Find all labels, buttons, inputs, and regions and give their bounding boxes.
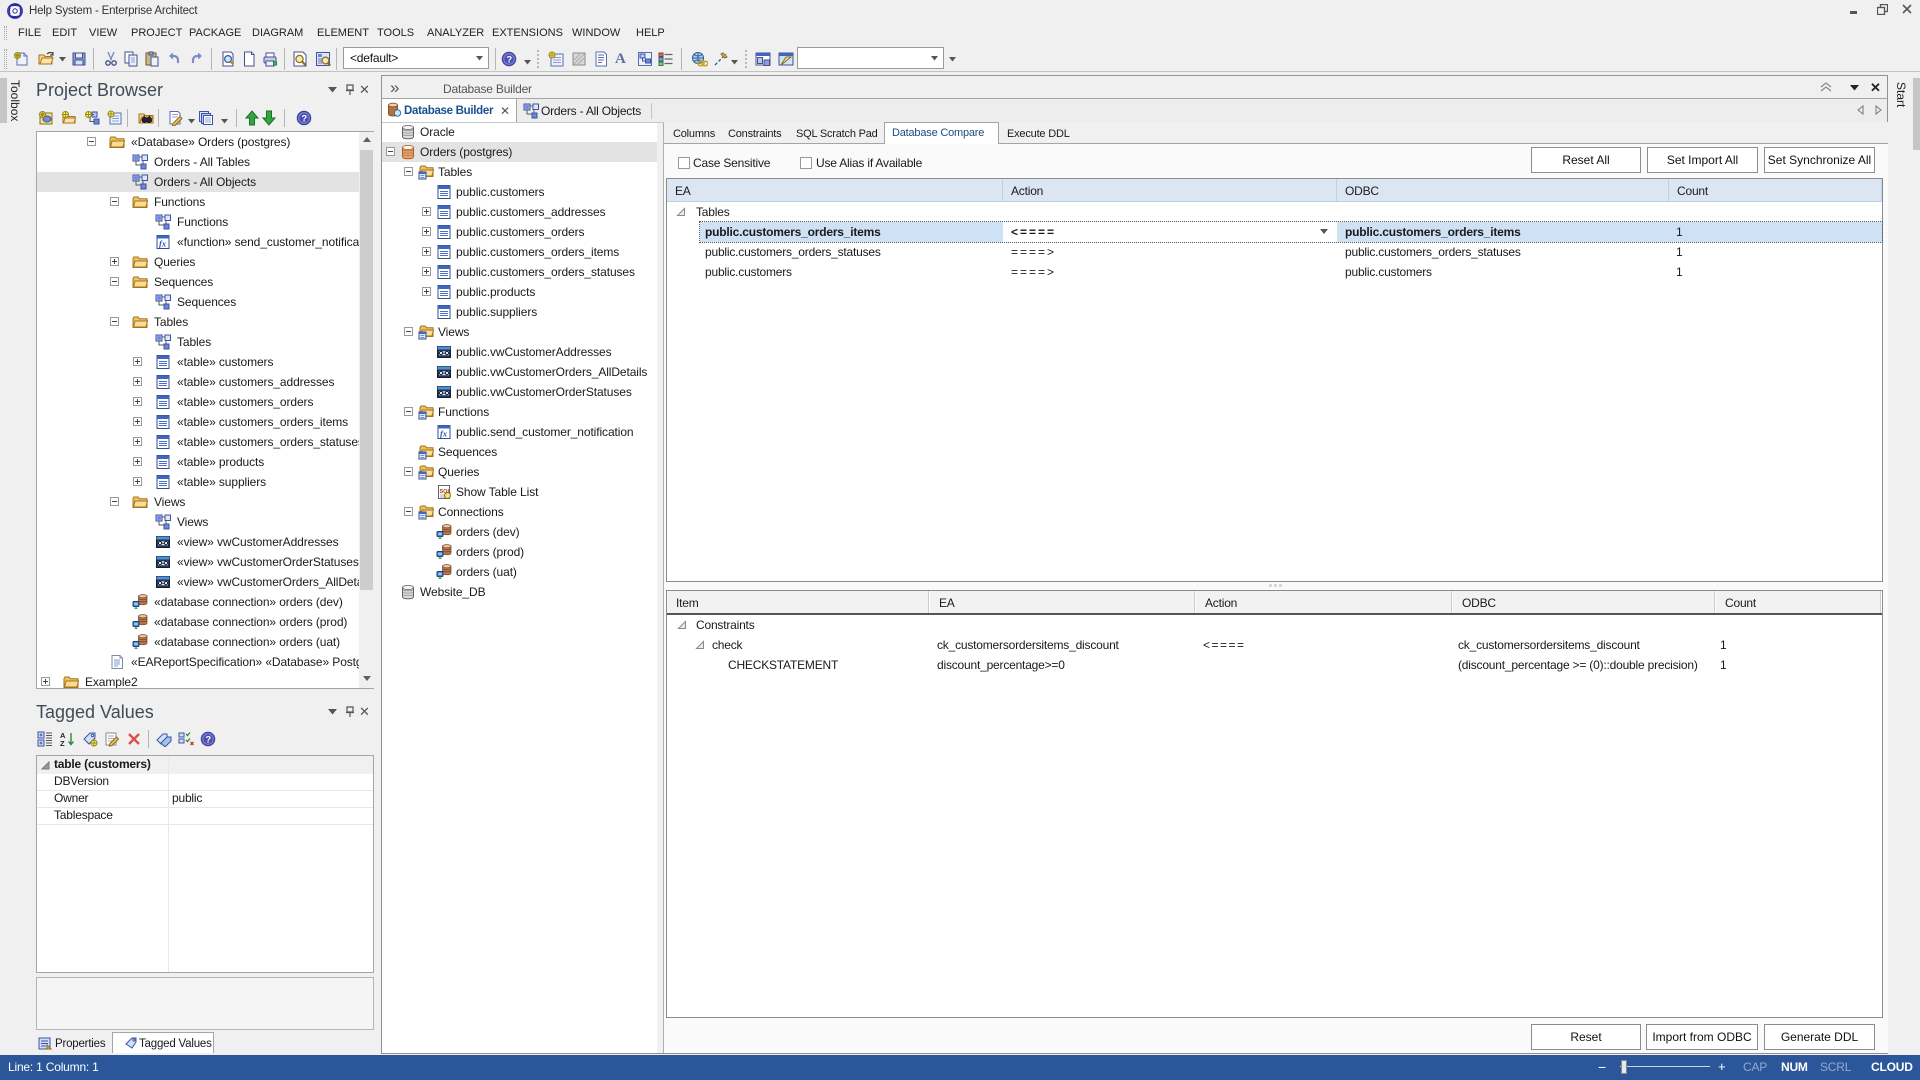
svg-text:Z: Z: [60, 739, 65, 747]
